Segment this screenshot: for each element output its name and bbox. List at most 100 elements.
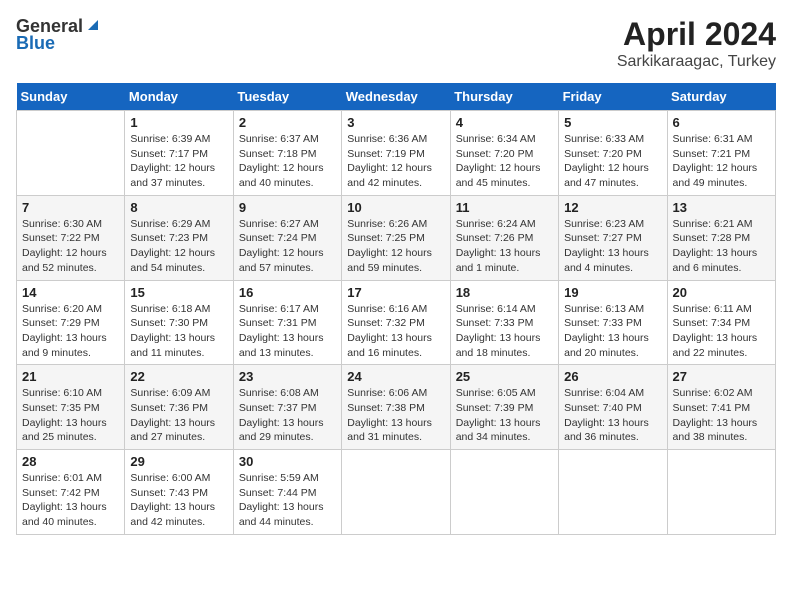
day-info: Sunrise: 6:04 AM Sunset: 7:40 PM Dayligh… — [564, 386, 661, 445]
empty-cell — [667, 450, 775, 535]
calendar-day-23: 23 Sunrise: 6:08 AM Sunset: 7:37 PM Dayli… — [233, 365, 341, 450]
day-number: 25 — [456, 369, 553, 384]
day-number: 28 — [22, 454, 119, 469]
day-number: 15 — [130, 285, 227, 300]
day-number: 1 — [130, 115, 227, 130]
day-number: 10 — [347, 200, 444, 215]
day-number: 14 — [22, 285, 119, 300]
calendar-day-24: 24 Sunrise: 6:06 AM Sunset: 7:38 PM Dayli… — [342, 365, 450, 450]
calendar-day-12: 12 Sunrise: 6:23 AM Sunset: 7:27 PM Dayli… — [559, 195, 667, 280]
calendar-day-8: 8 Sunrise: 6:29 AM Sunset: 7:23 PM Daylig… — [125, 195, 233, 280]
calendar-day-5: 5 Sunrise: 6:33 AM Sunset: 7:20 PM Daylig… — [559, 111, 667, 196]
day-info: Sunrise: 6:13 AM Sunset: 7:33 PM Dayligh… — [564, 302, 661, 361]
calendar-day-1: 1Sunrise: 6:39 AM Sunset: 7:17 PM Daylig… — [125, 111, 233, 196]
day-info: Sunrise: 6:37 AM Sunset: 7:18 PM Dayligh… — [239, 132, 336, 191]
calendar-table: SundayMondayTuesdayWednesdayThursdayFrid… — [16, 83, 776, 535]
day-number: 30 — [239, 454, 336, 469]
day-info: Sunrise: 6:33 AM Sunset: 7:20 PM Dayligh… — [564, 132, 661, 191]
weekday-header-thursday: Thursday — [450, 83, 558, 111]
day-info: Sunrise: 6:05 AM Sunset: 7:39 PM Dayligh… — [456, 386, 553, 445]
logo-blue-text: Blue — [16, 33, 55, 54]
day-number: 16 — [239, 285, 336, 300]
calendar-day-30: 30Sunrise: 5:59 AM Sunset: 7:44 PM Dayli… — [233, 450, 341, 535]
day-number: 17 — [347, 285, 444, 300]
day-number: 24 — [347, 369, 444, 384]
calendar-day-27: 27Sunrise: 6:02 AM Sunset: 7:41 PM Dayli… — [667, 365, 775, 450]
calendar-day-21: 21 Sunrise: 6:10 AM Sunset: 7:35 PM Dayli… — [17, 365, 125, 450]
weekday-header-tuesday: Tuesday — [233, 83, 341, 111]
day-info: Sunrise: 6:26 AM Sunset: 7:25 PM Dayligh… — [347, 217, 444, 276]
calendar-day-7: 7 Sunrise: 6:30 AM Sunset: 7:22 PM Daylig… — [17, 195, 125, 280]
calendar-day-14: 14 Sunrise: 6:20 AM Sunset: 7:29 PM Dayli… — [17, 280, 125, 365]
calendar-day-4: 4 Sunrise: 6:34 AM Sunset: 7:20 PM Daylig… — [450, 111, 558, 196]
day-number: 6 — [673, 115, 770, 130]
calendar-week-4: 21 Sunrise: 6:10 AM Sunset: 7:35 PM Dayli… — [17, 365, 776, 450]
day-info: Sunrise: 6:34 AM Sunset: 7:20 PM Dayligh… — [456, 132, 553, 191]
day-info: Sunrise: 6:31 AM Sunset: 7:21 PM Dayligh… — [673, 132, 770, 191]
calendar-day-2: 2 Sunrise: 6:37 AM Sunset: 7:18 PM Daylig… — [233, 111, 341, 196]
weekday-header-monday: Monday — [125, 83, 233, 111]
calendar-day-25: 25 Sunrise: 6:05 AM Sunset: 7:39 PM Dayli… — [450, 365, 558, 450]
day-number: 13 — [673, 200, 770, 215]
calendar-day-15: 15 Sunrise: 6:18 AM Sunset: 7:30 PM Dayli… — [125, 280, 233, 365]
day-number: 11 — [456, 200, 553, 215]
logo: General Blue — [16, 16, 102, 54]
day-number: 23 — [239, 369, 336, 384]
day-info: Sunrise: 6:30 AM Sunset: 7:22 PM Dayligh… — [22, 217, 119, 276]
day-info: Sunrise: 6:11 AM Sunset: 7:34 PM Dayligh… — [673, 302, 770, 361]
day-info: Sunrise: 6:14 AM Sunset: 7:33 PM Dayligh… — [456, 302, 553, 361]
calendar-day-19: 19 Sunrise: 6:13 AM Sunset: 7:33 PM Dayli… — [559, 280, 667, 365]
day-info: Sunrise: 6:08 AM Sunset: 7:37 PM Dayligh… — [239, 386, 336, 445]
empty-cell — [559, 450, 667, 535]
calendar-day-6: 6 Sunrise: 6:31 AM Sunset: 7:21 PM Daylig… — [667, 111, 775, 196]
weekday-header-friday: Friday — [559, 83, 667, 111]
calendar-day-28: 28Sunrise: 6:01 AM Sunset: 7:42 PM Dayli… — [17, 450, 125, 535]
day-info: Sunrise: 6:20 AM Sunset: 7:29 PM Dayligh… — [22, 302, 119, 361]
day-number: 20 — [673, 285, 770, 300]
calendar-week-1: 1Sunrise: 6:39 AM Sunset: 7:17 PM Daylig… — [17, 111, 776, 196]
empty-cell — [17, 111, 125, 196]
day-info: Sunrise: 6:09 AM Sunset: 7:36 PM Dayligh… — [130, 386, 227, 445]
day-number: 19 — [564, 285, 661, 300]
calendar-day-20: 20 Sunrise: 6:11 AM Sunset: 7:34 PM Dayli… — [667, 280, 775, 365]
day-info: Sunrise: 6:17 AM Sunset: 7:31 PM Dayligh… — [239, 302, 336, 361]
day-number: 8 — [130, 200, 227, 215]
day-number: 21 — [22, 369, 119, 384]
day-number: 9 — [239, 200, 336, 215]
page-header: General Blue April 2024 Sarkikaraagac, T… — [16, 16, 776, 71]
weekday-header-saturday: Saturday — [667, 83, 775, 111]
day-info: Sunrise: 6:06 AM Sunset: 7:38 PM Dayligh… — [347, 386, 444, 445]
calendar-day-9: 9 Sunrise: 6:27 AM Sunset: 7:24 PM Daylig… — [233, 195, 341, 280]
day-info: Sunrise: 6:10 AM Sunset: 7:35 PM Dayligh… — [22, 386, 119, 445]
calendar-day-17: 17Sunrise: 6:16 AM Sunset: 7:32 PM Dayli… — [342, 280, 450, 365]
calendar-day-16: 16 Sunrise: 6:17 AM Sunset: 7:31 PM Dayli… — [233, 280, 341, 365]
day-number: 5 — [564, 115, 661, 130]
empty-cell — [450, 450, 558, 535]
title-section: April 2024 Sarkikaraagac, Turkey — [617, 16, 776, 71]
day-info: Sunrise: 6:00 AM Sunset: 7:43 PM Dayligh… — [130, 471, 227, 530]
day-number: 12 — [564, 200, 661, 215]
day-info: Sunrise: 6:18 AM Sunset: 7:30 PM Dayligh… — [130, 302, 227, 361]
day-number: 29 — [130, 454, 227, 469]
day-number: 22 — [130, 369, 227, 384]
day-number: 3 — [347, 115, 444, 130]
day-number: 2 — [239, 115, 336, 130]
day-info: Sunrise: 6:23 AM Sunset: 7:27 PM Dayligh… — [564, 217, 661, 276]
calendar-week-2: 7 Sunrise: 6:30 AM Sunset: 7:22 PM Daylig… — [17, 195, 776, 280]
day-info: Sunrise: 6:21 AM Sunset: 7:28 PM Dayligh… — [673, 217, 770, 276]
calendar-day-11: 11Sunrise: 6:24 AM Sunset: 7:26 PM Dayli… — [450, 195, 558, 280]
day-number: 27 — [673, 369, 770, 384]
calendar-day-22: 22 Sunrise: 6:09 AM Sunset: 7:36 PM Dayli… — [125, 365, 233, 450]
day-info: Sunrise: 6:29 AM Sunset: 7:23 PM Dayligh… — [130, 217, 227, 276]
day-number: 4 — [456, 115, 553, 130]
calendar-week-3: 14 Sunrise: 6:20 AM Sunset: 7:29 PM Dayli… — [17, 280, 776, 365]
day-number: 18 — [456, 285, 553, 300]
day-number: 26 — [564, 369, 661, 384]
calendar-day-26: 26 Sunrise: 6:04 AM Sunset: 7:40 PM Dayli… — [559, 365, 667, 450]
month-title: April 2024 — [617, 16, 776, 53]
day-number: 7 — [22, 200, 119, 215]
location-subtitle: Sarkikaraagac, Turkey — [617, 53, 776, 71]
day-info: Sunrise: 6:36 AM Sunset: 7:19 PM Dayligh… — [347, 132, 444, 191]
calendar-day-18: 18 Sunrise: 6:14 AM Sunset: 7:33 PM Dayli… — [450, 280, 558, 365]
day-info: Sunrise: 6:27 AM Sunset: 7:24 PM Dayligh… — [239, 217, 336, 276]
